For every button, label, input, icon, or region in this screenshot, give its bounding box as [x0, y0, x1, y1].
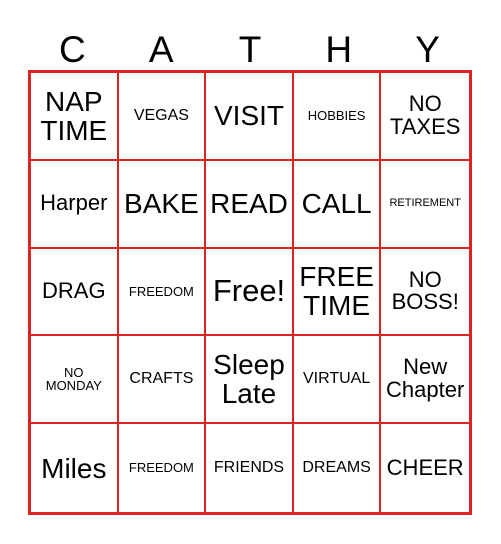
- bingo-cell[interactable]: Sleep Late: [206, 336, 294, 425]
- bingo-cell[interactable]: DRAG: [31, 248, 119, 337]
- bingo-cell[interactable]: CALL: [293, 160, 382, 249]
- bingo-cell[interactable]: FREEDOM: [118, 248, 207, 337]
- bingo-cell-label: CHEER: [386, 454, 464, 480]
- bingo-cell-label: New Chapter: [386, 354, 465, 403]
- bingo-cell[interactable]: VIRTUAL: [293, 336, 382, 425]
- bingo-header-letter-4: H: [325, 29, 353, 70]
- bingo-cell[interactable]: HOBBIES: [293, 73, 382, 161]
- bingo-header-letter-2: A: [148, 29, 174, 70]
- bingo-cell[interactable]: DREAMS: [294, 424, 382, 512]
- bingo-cell-label: Sleep Late: [213, 349, 285, 410]
- bingo-cell-label: RETIREMENT: [389, 196, 461, 209]
- bingo-cell[interactable]: New Chapter: [381, 336, 469, 425]
- bingo-cell-label: CALL: [301, 188, 372, 220]
- bingo-grid: NAP TIME VEGAS VISIT HOBBIES NO TAXES Ha…: [28, 70, 472, 515]
- bingo-header-letter-5: Y: [415, 29, 440, 70]
- bingo-cell[interactable]: NO BOSS!: [381, 249, 469, 337]
- bingo-cell-label: Miles: [41, 452, 107, 484]
- bingo-cell-label: Harper: [40, 190, 108, 216]
- bingo-cell[interactable]: VEGAS: [118, 73, 207, 161]
- bingo-cell[interactable]: Harper: [31, 160, 119, 249]
- bingo-cell-label: VIRTUAL: [302, 369, 371, 387]
- bingo-cell[interactable]: BAKE: [118, 160, 207, 249]
- bingo-cell-label: DRAG: [42, 278, 106, 304]
- bingo-cell-label: NO MONDAY: [45, 364, 102, 394]
- bingo-cell[interactable]: VISIT: [206, 73, 294, 161]
- bingo-cell[interactable]: Miles: [31, 424, 119, 512]
- bingo-cell[interactable]: CRAFTS: [118, 336, 207, 425]
- bingo-cell[interactable]: CHEER: [381, 424, 469, 512]
- bingo-cell[interactable]: NAP TIME: [31, 73, 119, 161]
- bingo-cell-label: Free!: [212, 273, 286, 309]
- bingo-cell-label: HOBBIES: [307, 108, 366, 124]
- bingo-header-letter-3: T: [238, 29, 262, 70]
- bingo-cell-label: READ: [210, 188, 288, 220]
- bingo-cell-label: DREAMS: [302, 458, 371, 476]
- bingo-cell-free[interactable]: Free!: [206, 248, 294, 337]
- bingo-cell[interactable]: FREEDOM: [119, 424, 207, 512]
- bingo-cell[interactable]: FREE TIME: [293, 248, 382, 337]
- bingo-cell[interactable]: FRIENDS: [206, 424, 294, 512]
- bingo-cell-label: FREEDOM: [128, 283, 194, 299]
- bingo-cell-label: FREE TIME: [299, 261, 374, 322]
- bingo-cell[interactable]: RETIREMENT: [381, 161, 469, 249]
- bingo-cell-label: NO TAXES: [389, 91, 461, 139]
- bingo-cell-label: VEGAS: [133, 106, 189, 124]
- bingo-cell-label: NAP TIME: [40, 85, 108, 146]
- bingo-cell-label: FREEDOM: [128, 460, 194, 476]
- bingo-cell[interactable]: READ: [206, 160, 294, 249]
- bingo-cell-label: BAKE: [124, 188, 199, 220]
- bingo-card: C A T H Y NAP TIME VEGAS VISIT HOBBIES N…: [0, 0, 501, 544]
- bingo-cell[interactable]: NO MONDAY: [31, 336, 119, 425]
- bingo-cell-label: CRAFTS: [129, 369, 194, 387]
- bingo-header-letter-1: C: [59, 29, 86, 70]
- bingo-header-row: C A T H Y: [28, 24, 472, 70]
- bingo-cell-label: VISIT: [213, 100, 284, 132]
- bingo-cell-label: NO BOSS!: [391, 266, 459, 315]
- bingo-cell-label: FRIENDS: [213, 458, 285, 476]
- bingo-cell[interactable]: NO TAXES: [381, 73, 469, 161]
